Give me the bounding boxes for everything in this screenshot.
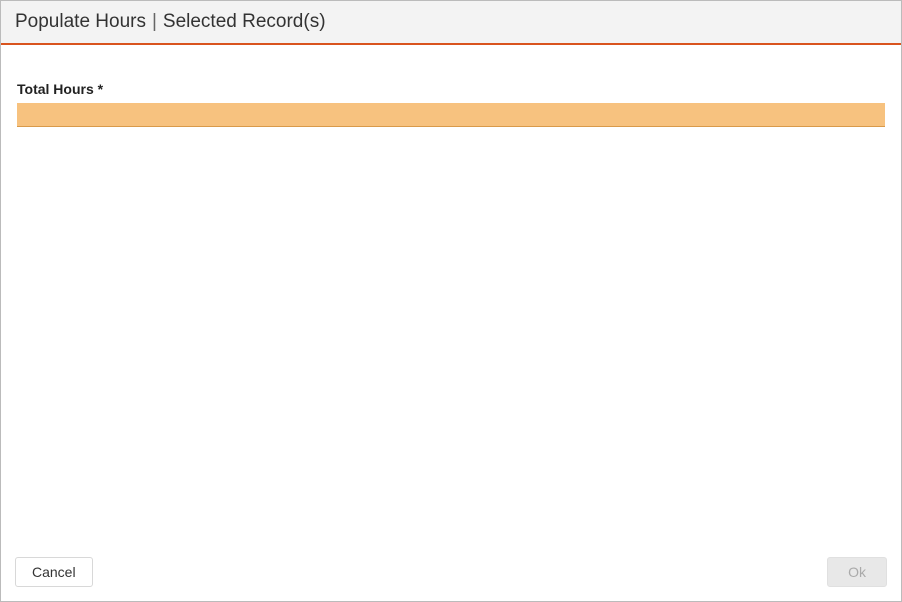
dialog: Populate Hours|Selected Record(s) Total … <box>0 0 902 602</box>
dialog-title-left: Populate Hours <box>15 11 146 32</box>
dialog-footer: Cancel Ok <box>1 547 901 601</box>
total-hours-label: Total Hours * <box>17 81 885 97</box>
title-divider: | <box>146 11 163 32</box>
ok-button[interactable]: Ok <box>827 557 887 587</box>
total-hours-input[interactable] <box>17 103 885 127</box>
cancel-button[interactable]: Cancel <box>15 557 93 587</box>
dialog-body: Total Hours * <box>1 45 901 547</box>
dialog-header: Populate Hours|Selected Record(s) <box>1 1 901 45</box>
dialog-title-right: Selected Record(s) <box>163 11 326 32</box>
